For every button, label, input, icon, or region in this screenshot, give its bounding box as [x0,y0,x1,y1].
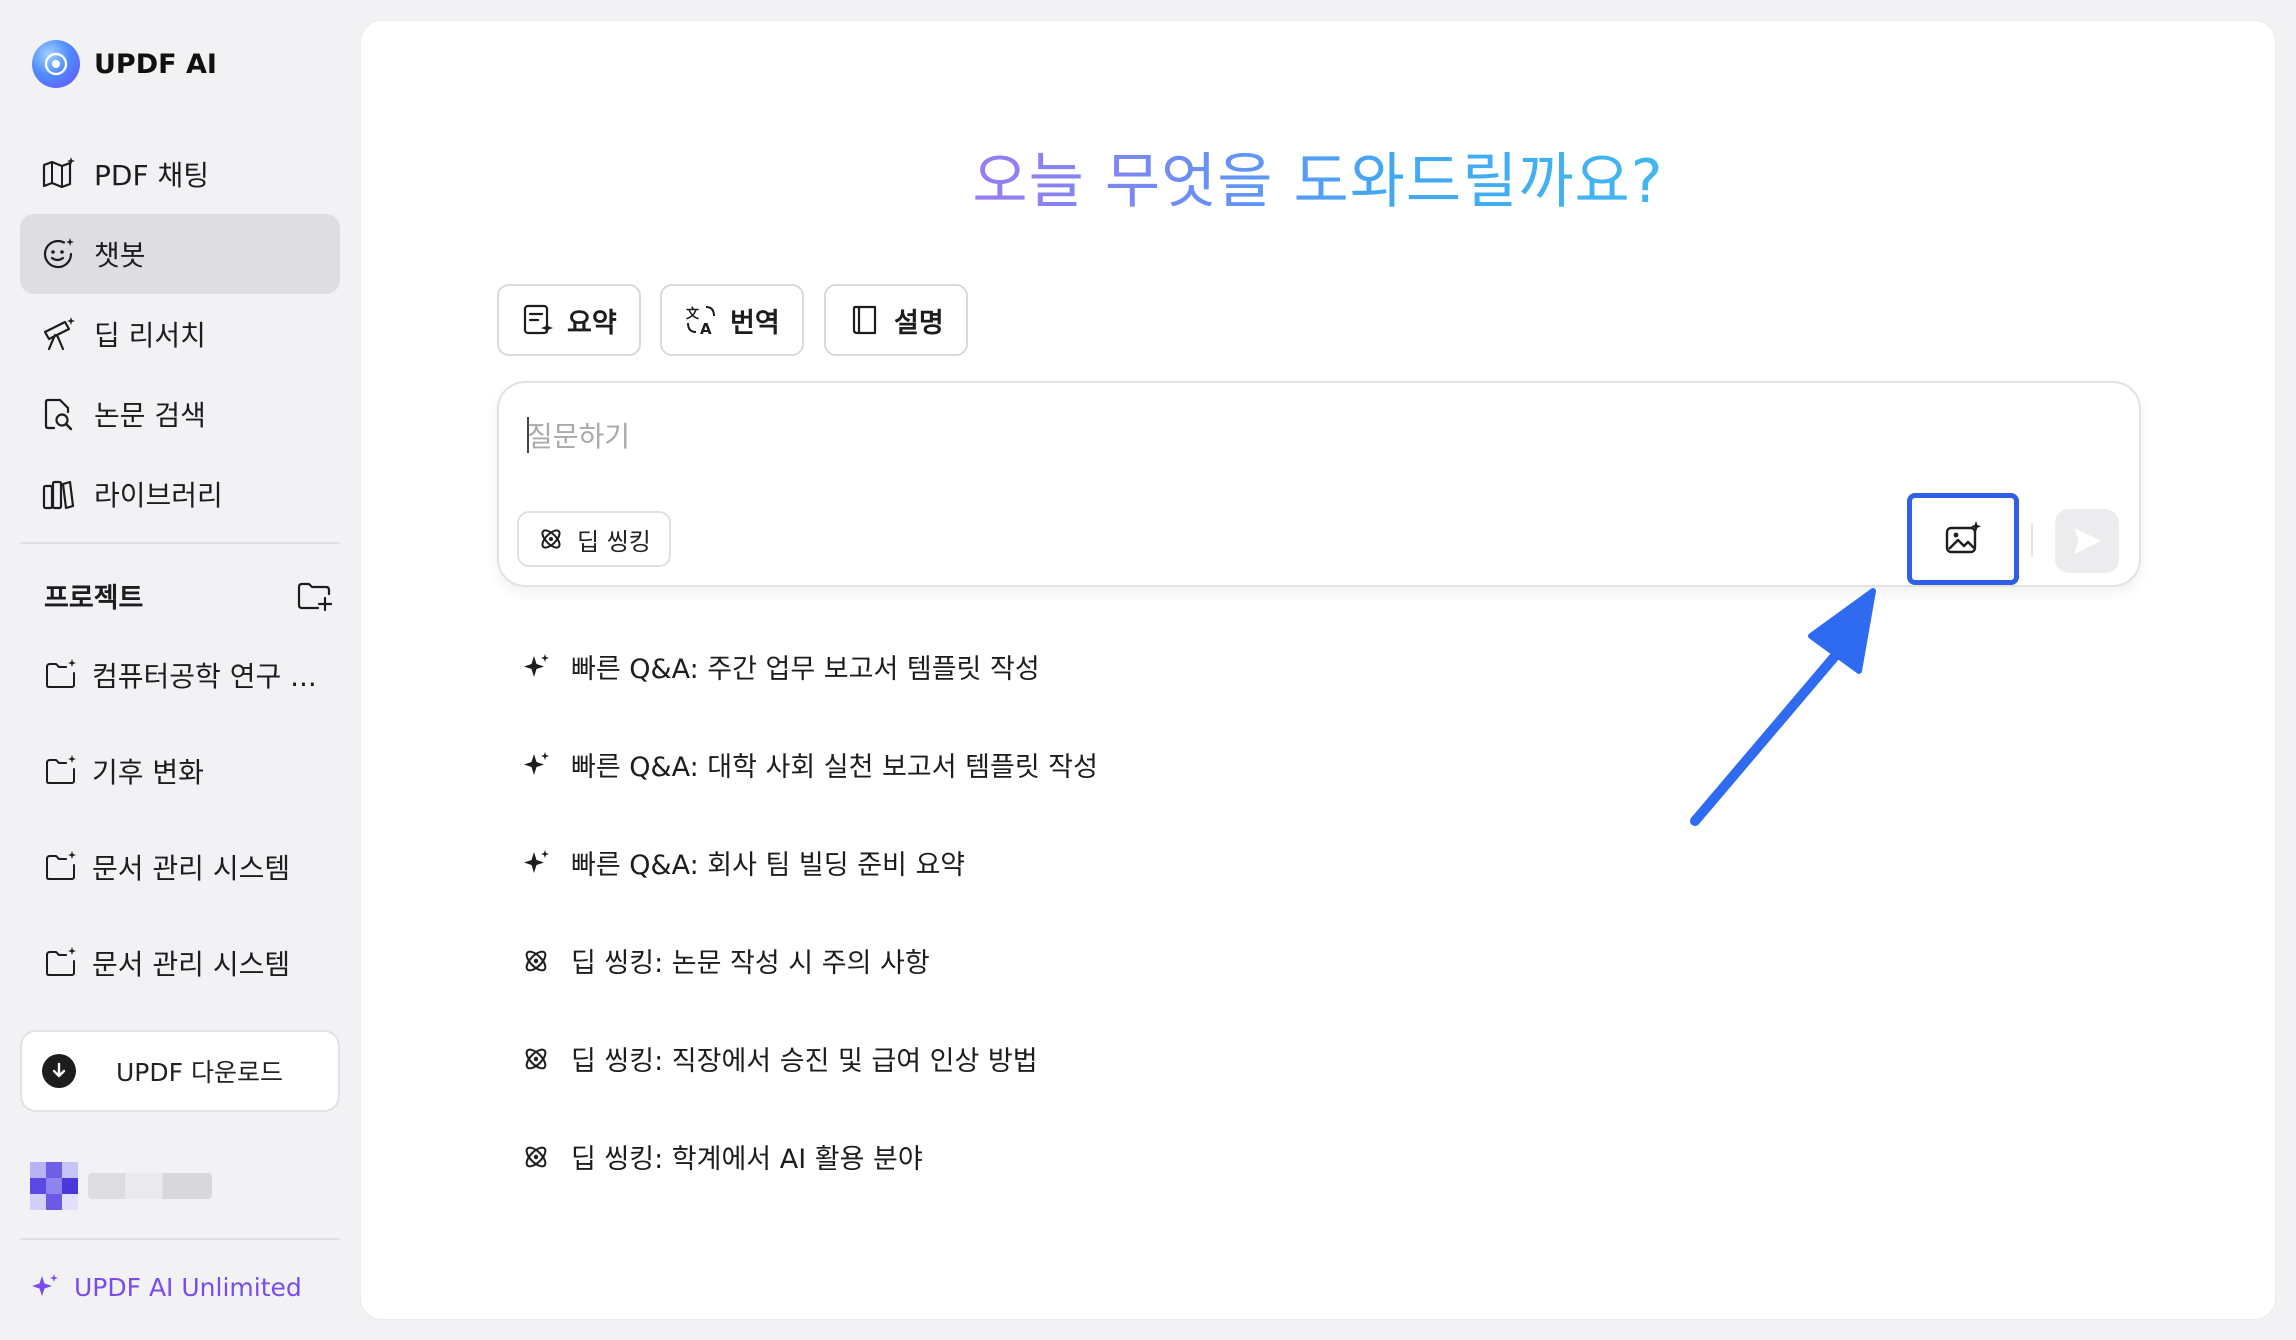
download-icon [42,1054,76,1088]
project-item[interactable]: 기후 변화 [44,751,344,791]
new-folder-icon[interactable] [296,578,332,614]
projects-header: 프로젝트 [44,576,332,615]
svg-text:A: A [700,320,712,337]
send-icon [2074,528,2101,554]
sidebar-divider [20,1238,340,1240]
map-sparkle-icon [42,157,75,189]
explain-chip-button[interactable]: 설명 [824,284,968,356]
atom-icon [525,1146,547,1167]
text-caret [527,417,529,453]
sidebar-divider [20,542,340,544]
nav-item-deep-research[interactable]: 딥 리서치 [20,294,340,374]
user-name-redacted [88,1173,212,1199]
project-item[interactable]: 문서 관리 시스템 [44,847,344,887]
sparkle-icon [32,1274,58,1296]
unlimited-upgrade-link[interactable]: UPDF AI Unlimited [30,1272,302,1302]
translate-chip-button[interactable]: 文 A 번역 [660,284,804,356]
suggestion-item[interactable]: 딥 씽킹: 학계에서 AI 활용 분야 [521,1137,923,1176]
nav-label: 딥 리서치 [94,319,206,352]
atom-icon [525,950,547,971]
projects-title: 프로젝트 [44,583,144,614]
suggestion-label: 딥 씽킹: 직장에서 승진 및 급여 인상 방법 [571,1046,1038,1077]
project-item[interactable]: 컴퓨터공학 연구 ... [44,655,344,695]
book-icon [852,305,877,335]
atom-icon [525,1048,547,1069]
download-label: UPDF 다운로드 [116,1058,283,1087]
deep-thinking-label: 딥 씽킹 [577,527,651,556]
nav-item-chatbot[interactable]: 챗봇 [20,214,340,294]
deep-thinking-toggle[interactable]: 딥 씽킹 [517,511,671,567]
nav-item-library[interactable]: 라이브러리 [20,454,340,534]
chatbot-face-icon [43,238,74,269]
avatar [30,1162,78,1210]
download-button[interactable]: UPDF 다운로드 [20,1030,340,1112]
brand[interactable]: UPDF AI [32,40,217,88]
folder-sparkle-icon [46,947,76,976]
image-upload-button[interactable] [1907,493,2019,585]
nav-label: 챗봇 [94,239,146,272]
toolbar-separator [2031,523,2033,557]
user-account[interactable] [30,1162,212,1210]
translate-icon: 文 A [686,306,715,337]
folder-sparkle-icon [46,851,76,880]
telescope-icon [43,317,75,351]
project-label: 기후 변화 [92,756,204,789]
suggestion-item[interactable]: 딥 씽킹: 논문 작성 시 주의 사항 [521,941,930,980]
nav-label: 논문 검색 [94,399,206,432]
summary-chip-button[interactable]: 요약 [497,284,641,356]
page-title-text: 오늘 무엇을 도와드릴까요? [972,147,1664,217]
suggestion-label: 빠른 Q&A: 회사 팀 빌딩 준비 요약 [571,850,966,881]
send-button[interactable] [2055,509,2119,573]
sparkle-icon [524,653,549,677]
project-item[interactable]: 문서 관리 시스템 [44,943,344,983]
nav-label: 라이브러리 [94,479,223,512]
nav-item-pdf-chat[interactable]: PDF 채팅 [20,134,340,214]
project-label: 컴퓨터공학 연구 ... [92,660,317,693]
suggestion-item[interactable]: 빠른 Q&A: 대학 사회 실천 보고서 템플릿 작성 [521,745,1098,784]
chip-label: 번역 [730,307,780,339]
nav-label: PDF 채팅 [94,159,209,192]
folder-sparkle-icon [46,755,76,784]
sparkle-icon [524,751,549,775]
project-label: 문서 관리 시스템 [92,948,291,981]
chip-label: 설명 [894,307,944,339]
project-label: 문서 관리 시스템 [92,852,291,885]
page-title: 오늘 무엇을 도와드릴까요? [361,133,2275,220]
library-books-icon [42,480,75,510]
image-sparkle-icon [1945,521,1981,554]
nav-item-paper-search[interactable]: 논문 검색 [20,374,340,454]
suggestion-label: 딥 씽킹: 논문 작성 시 주의 사항 [571,948,930,979]
sparkle-icon [524,849,549,873]
folder-sparkle-icon [46,659,76,688]
main-panel: 오늘 무엇을 도와드릴까요? 요약 文 A 번역 설명 질문하기 딥 씽킹 빠른… [360,20,2276,1320]
chat-input-card: 딥 씽킹 [497,381,2141,587]
chip-label: 요약 [567,307,617,339]
brand-name: UPDF AI [94,48,217,80]
app-window: UPDF AI PDF 채팅 챗봇 딥 리서치 논문 검색 라이브러리 프로젝트… [0,0,2296,1340]
atom-icon [541,529,561,549]
sidebar: UPDF AI PDF 채팅 챗봇 딥 리서치 논문 검색 라이브러리 프로젝트… [0,0,360,1340]
unlimited-label: UPDF AI Unlimited [74,1272,302,1302]
suggestion-item[interactable]: 빠른 Q&A: 회사 팀 빌딩 준비 요약 [521,843,965,882]
suggestion-label: 딥 씽킹: 학계에서 AI 활용 분야 [571,1144,923,1175]
suggestion-item[interactable]: 빠른 Q&A: 주간 업무 보고서 템플릿 작성 [521,647,1040,686]
document-search-icon [44,398,73,431]
suggestion-label: 빠른 Q&A: 주간 업무 보고서 템플릿 작성 [571,654,1040,685]
question-input[interactable] [527,413,1827,459]
summary-sparkle-icon [523,304,553,335]
suggestion-item[interactable]: 딥 씽킹: 직장에서 승진 및 급여 인상 방법 [521,1039,1038,1078]
updf-logo-icon [32,40,80,88]
svg-text:文: 文 [686,306,700,322]
suggestion-label: 빠른 Q&A: 대학 사회 실천 보고서 템플릿 작성 [571,752,1098,783]
